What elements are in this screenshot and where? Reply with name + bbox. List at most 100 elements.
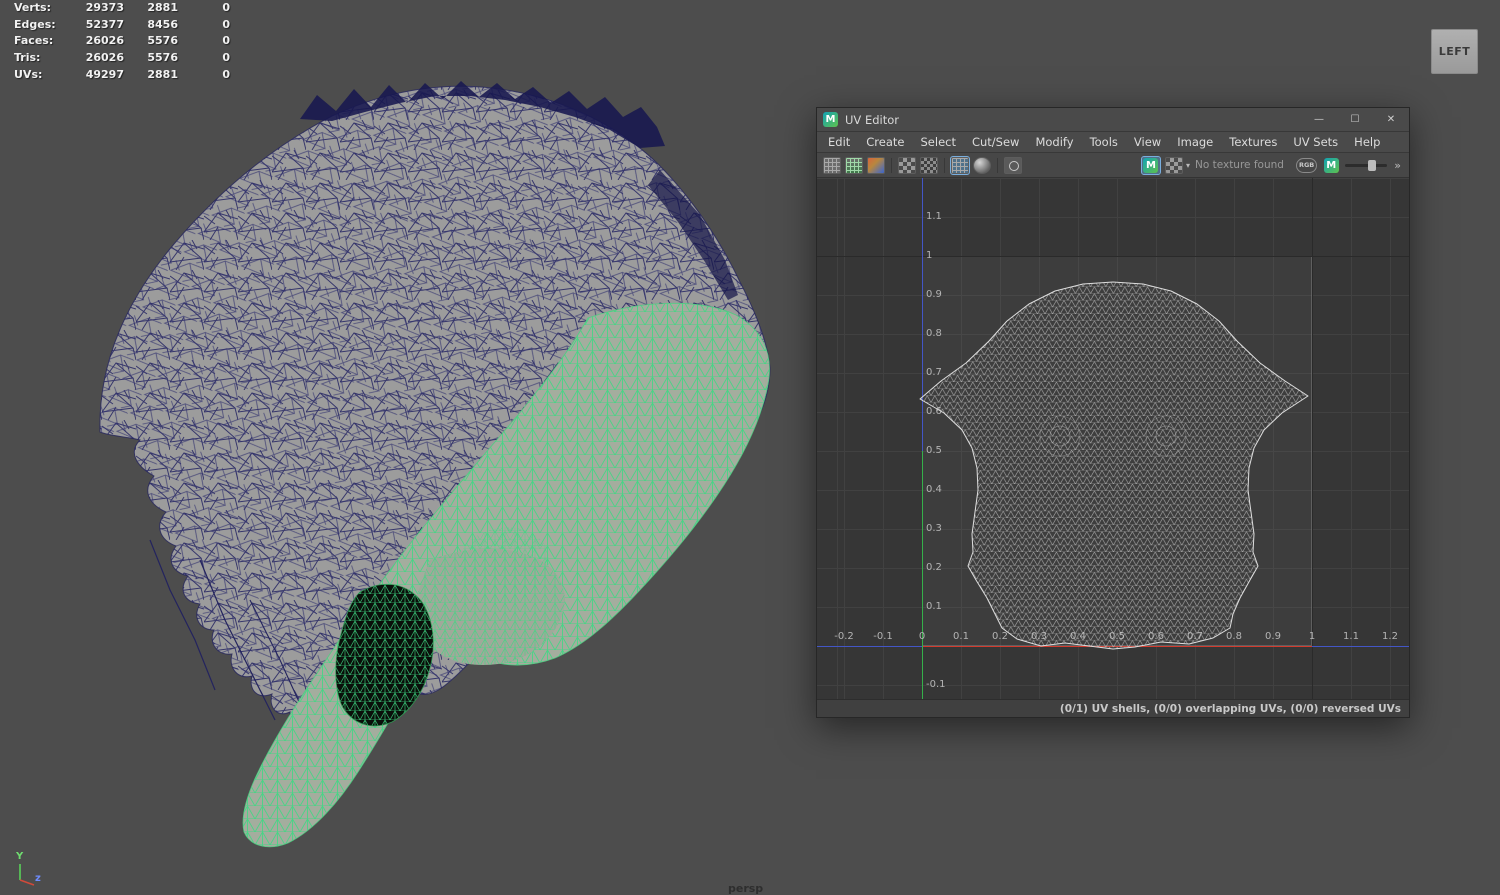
y-tick: 0.7 <box>926 367 942 378</box>
x-tick: 0.3 <box>1031 631 1047 642</box>
hud-value: 8456 <box>147 17 178 31</box>
axis-gizmo: Y z <box>15 851 41 886</box>
hair-mesh-wireframe <box>99 81 771 746</box>
x-tick: 0.7 <box>1187 631 1203 642</box>
hud-value: 5576 <box>147 34 178 48</box>
v-axis-extension <box>922 178 923 451</box>
menu-view[interactable]: View <box>1126 135 1169 149</box>
menu-help[interactable]: Help <box>1346 135 1388 149</box>
axis-y-label: Y <box>15 851 24 862</box>
v1-gridline <box>817 256 1409 257</box>
menu-cut-sew[interactable]: Cut/Sew <box>964 135 1027 149</box>
x-tick: 0.6 <box>1148 631 1164 642</box>
hud-value: 0 <box>222 1 230 14</box>
y-tick: 0.4 <box>926 484 942 495</box>
hud-value: 26026 <box>85 34 124 48</box>
toolbar-overflow-icon[interactable]: » <box>1392 159 1403 172</box>
hud-value: 29373 <box>85 1 124 14</box>
menu-modify[interactable]: Modify <box>1027 135 1081 149</box>
uv-snapshot-icon[interactable] <box>1004 156 1022 174</box>
uv-editor-toolbar: M ▾ No texture found RGB M » <box>817 153 1409 178</box>
toolbar-separator <box>891 157 892 173</box>
image-dim-slider[interactable] <box>1345 159 1388 171</box>
menu-edit[interactable]: Edit <box>820 135 858 149</box>
toolbar-separator <box>944 157 945 173</box>
y-tick: -0.1 <box>926 679 946 690</box>
image-display-toggle-icon[interactable] <box>950 155 970 175</box>
menu-tools[interactable]: Tools <box>1082 135 1126 149</box>
hud-value: 49297 <box>85 67 124 81</box>
menu-select[interactable]: Select <box>913 135 964 149</box>
viewport-3d-mesh <box>99 81 771 848</box>
toolbar-right-group: M ▾ No texture found RGB M » <box>1140 155 1403 175</box>
checker-map-large-icon[interactable] <box>920 156 938 174</box>
texture-source-maya-button[interactable]: M <box>1140 155 1161 175</box>
minimize-button[interactable]: — <box>1301 108 1337 131</box>
viewport-orientation-label: LEFT <box>1431 29 1478 74</box>
x-tick: 1.2 <box>1382 631 1398 642</box>
x-tick: 0.8 <box>1226 631 1242 642</box>
hud-value: 5576 <box>147 51 178 65</box>
uv-unit-square <box>922 256 1312 646</box>
maya-icon: M <box>1323 157 1339 173</box>
menu-create[interactable]: Create <box>858 135 912 149</box>
chevron-down-icon[interactable]: ▾ <box>1186 161 1190 170</box>
window-title: UV Editor <box>845 112 899 127</box>
maximize-button[interactable]: ☐ <box>1337 108 1373 131</box>
x-tick: 0.2 <box>992 631 1008 642</box>
axis-z-label: z <box>35 873 41 884</box>
slider-handle[interactable] <box>1368 159 1377 171</box>
y-tick: 0.5 <box>926 445 942 456</box>
menu-textures[interactable]: Textures <box>1221 135 1285 149</box>
uv-editor-window: M UV Editor — ☐ ✕ Edit Create Select Cut… <box>816 107 1410 718</box>
x-tick: 1 <box>1308 631 1316 642</box>
x-tick: -0.1 <box>873 631 893 642</box>
y-tick: 0.9 <box>926 289 942 300</box>
hud-value: 52377 <box>85 17 124 31</box>
y-tick: 1.1 <box>926 211 942 222</box>
y-tick: 0.1 <box>926 601 942 612</box>
uv-editor-titlebar[interactable]: M UV Editor — ☐ ✕ <box>817 108 1409 132</box>
menu-image[interactable]: Image <box>1169 135 1221 149</box>
uv-editor-menubar: Edit Create Select Cut/Sew Modify Tools … <box>817 132 1409 153</box>
close-button[interactable]: ✕ <box>1373 108 1409 131</box>
y-tick: 1 <box>926 250 933 261</box>
texture-status-text: No texture found <box>1194 159 1284 171</box>
hair-spikes <box>300 81 665 148</box>
dark-mesh-patch <box>335 583 434 727</box>
checker-map-small-icon[interactable] <box>898 156 916 174</box>
uv-shaded-display-icon[interactable] <box>845 156 863 174</box>
hud-value: 0 <box>222 67 230 81</box>
y-tick: 0.2 <box>926 562 942 573</box>
x-tick: 0.4 <box>1070 631 1086 642</box>
camera-name-label: persp <box>728 882 764 895</box>
v-axis <box>922 451 923 699</box>
hud-value: 2881 <box>147 1 178 14</box>
hud-value: 0 <box>222 17 230 31</box>
toolbar-separator <box>997 157 998 173</box>
x-tick: 1.1 <box>1343 631 1359 642</box>
hud-value: 0 <box>222 51 230 65</box>
uv-grid-display-icon[interactable] <box>823 156 841 174</box>
uv-editor-statusbar: (0/1) UV shells, (0/0) overlapping UVs, … <box>817 699 1409 717</box>
uv-distortion-icon[interactable] <box>867 156 885 174</box>
hud-value: 26026 <box>85 51 124 65</box>
hud-label: UVs: <box>14 67 43 81</box>
hud-label: Edges: <box>14 17 56 31</box>
texture-checker-button[interactable] <box>1164 156 1183 174</box>
y-tick: 0.6 <box>926 406 942 417</box>
rgb-channel-button[interactable]: RGB <box>1295 157 1318 173</box>
menu-uv-sets[interactable]: UV Sets <box>1285 135 1346 149</box>
uv-canvas[interactable]: -0.2 -0.1 0 0.1 0.2 0.3 0.4 0.5 0.6 0.7 … <box>817 178 1409 699</box>
x-tick: 0.1 <box>953 631 969 642</box>
maya-icon: M <box>1143 157 1159 173</box>
poly-count-hud: Verts: 29373 2881 0 Edges: 52377 8456 0 … <box>14 0 230 84</box>
uv-shell-status-text: (0/1) UV shells, (0/0) overlapping UVs, … <box>1059 702 1401 715</box>
x-tick: 0.5 <box>1109 631 1125 642</box>
hud-label: Faces: <box>14 34 54 48</box>
hud-label: Verts: <box>14 1 52 14</box>
y-tick: 0.8 <box>926 328 942 339</box>
texture-maya-button[interactable]: M <box>1322 157 1340 174</box>
shaded-sphere-icon[interactable] <box>973 156 991 174</box>
x-tick: -0.2 <box>834 631 854 642</box>
